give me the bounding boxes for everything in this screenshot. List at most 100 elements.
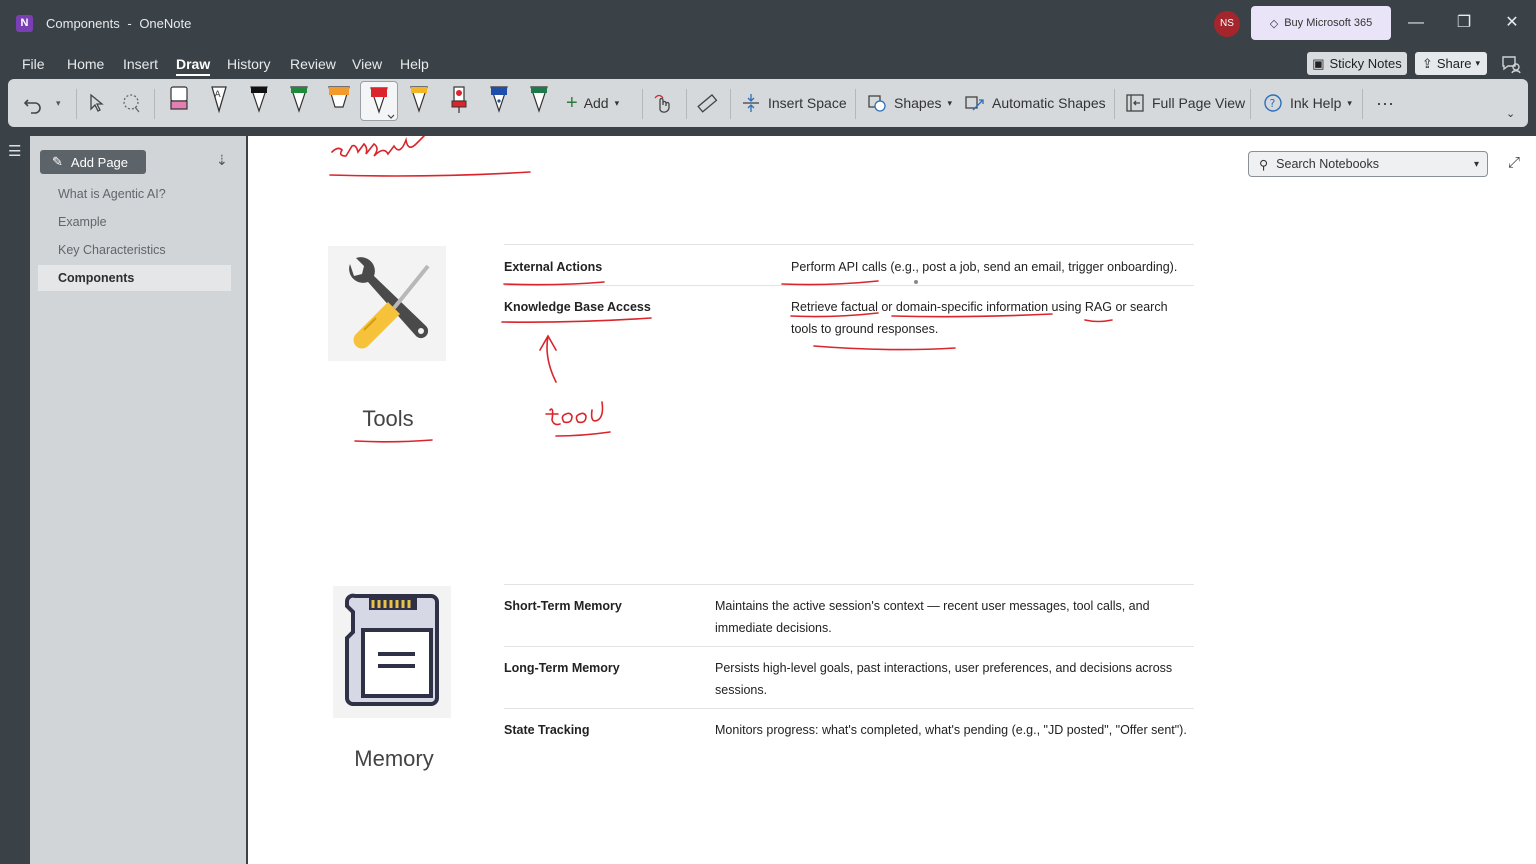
black-pen-icon[interactable]	[246, 83, 272, 117]
ribbon-collapse-icon[interactable]: ⌄	[1506, 99, 1515, 127]
sticky-notes-button[interactable]: ▣ Sticky Notes	[1307, 52, 1407, 75]
lasso-icon	[123, 94, 140, 113]
yellow-pencil-icon[interactable]	[406, 83, 432, 117]
dark-green-pen-icon[interactable]	[526, 83, 552, 117]
menu-bar: File Home Insert Draw History Review Vie…	[0, 50, 1536, 78]
menu-file[interactable]: File	[22, 56, 45, 72]
add-page-button[interactable]: ✎ Add Page	[40, 150, 146, 174]
table-divider	[504, 584, 1194, 585]
ink-underline	[501, 317, 652, 323]
automatic-shapes-button[interactable]: Automatic Shapes	[964, 89, 1106, 117]
menu-draw[interactable]: Draw	[176, 56, 211, 76]
more-options-icon[interactable]: ···	[1376, 89, 1394, 117]
tools-key-knowledge-base: Knowledge Base Access	[504, 300, 651, 314]
table-divider	[504, 708, 1194, 709]
red-pen-selected[interactable]	[360, 81, 398, 121]
search-notebooks-field[interactable]: ⚲ Search Notebooks ▾	[1248, 151, 1488, 177]
sticky-note-icon: ▣	[1312, 55, 1325, 71]
memory-caption: Memory	[354, 746, 434, 771]
automatic-shapes-label: Automatic Shapes	[992, 95, 1106, 111]
title-separator: -	[127, 16, 132, 31]
menu-review[interactable]: Review	[290, 56, 336, 72]
divider	[1114, 89, 1115, 119]
divider	[76, 89, 77, 119]
table-divider	[504, 244, 1194, 245]
app-name: OneNote	[139, 16, 192, 31]
undo-button[interactable]: ▾	[22, 89, 61, 117]
green-pen-icon[interactable]	[286, 83, 312, 117]
share-button[interactable]: ⇪ Share ▾	[1415, 52, 1487, 75]
menu-history[interactable]: History	[227, 56, 271, 72]
tools-caption: Tools	[362, 406, 414, 431]
pointer-icon	[90, 93, 104, 112]
page-title: Components	[46, 16, 120, 31]
pink-highlighter-icon[interactable]	[166, 83, 192, 117]
ruler-icon	[697, 94, 718, 113]
insert-space-button[interactable]: Insert Space	[740, 89, 847, 117]
tools-value-knowledge-base: Retrieve factual or domain-specific info…	[791, 300, 1168, 336]
tools-value-external-actions: Perform API calls (e.g., post a job, sen…	[791, 260, 1178, 274]
chevron-down-icon: ▾	[56, 97, 61, 108]
diamond-icon: ◇	[1269, 17, 1279, 30]
menu-insert[interactable]: Insert	[123, 56, 158, 72]
buy-label: Buy Microsoft 365	[1284, 17, 1373, 29]
table-divider	[504, 646, 1194, 647]
automatic-shapes-icon	[965, 96, 984, 111]
chevron-down-icon: ▾	[1473, 158, 1479, 170]
page-item-components[interactable]: Components	[38, 265, 231, 291]
note-canvas[interactable]: ⚲ Search Notebooks ▾ ⤢ Tools External Ac…	[248, 136, 1536, 864]
undo-icon	[23, 99, 41, 114]
ink-help-label: Ink Help	[1290, 95, 1342, 111]
page-item-what-is-agentic-ai[interactable]: What is Agentic AI?	[38, 181, 231, 207]
expand-icon[interactable]: ⤢	[1508, 154, 1524, 171]
full-page-view-label: Full Page View	[1152, 95, 1246, 111]
title-bar: N Components - OneNote NS ◇ Buy Microsof…	[0, 0, 1536, 48]
shapes-button[interactable]: Shapes ▾	[866, 89, 952, 117]
share-label: Share	[1436, 56, 1472, 71]
ruler-button[interactable]	[696, 89, 718, 117]
white-pen-icon[interactable]: A	[206, 83, 232, 117]
chevron-down-icon: ▾	[1347, 97, 1352, 108]
feedback-icon[interactable]	[1500, 53, 1522, 75]
lasso-select-button[interactable]	[86, 89, 106, 117]
wrench-screwdriver-icon	[349, 257, 430, 349]
divider	[154, 89, 155, 119]
full-page-view-button[interactable]: Full Page View	[1124, 89, 1245, 117]
blue-fountain-pen-icon[interactable]	[486, 83, 512, 117]
ink-handwriting-tool	[545, 401, 604, 426]
red-pen-icon	[370, 87, 395, 119]
add-pen-button[interactable]: + Add ▾	[566, 89, 619, 117]
memory-key-state-tracking: State Tracking	[504, 723, 590, 737]
onenote-logo-icon: N	[16, 15, 33, 32]
chevron-down-icon: ▾	[614, 97, 620, 108]
touch-draw-button[interactable]	[652, 89, 674, 117]
ink-help-button[interactable]: ? Ink Help ▾	[1262, 89, 1352, 117]
help-icon: ?	[1264, 94, 1282, 112]
memory-value-state-tracking: Monitors progress: what's completed, wha…	[715, 723, 1187, 737]
memory-value-short-term: Maintains the active session's context —…	[715, 599, 1150, 635]
menu-help[interactable]: Help	[400, 56, 429, 72]
minimize-icon[interactable]: —	[1405, 12, 1427, 34]
touch-draw-icon	[654, 94, 670, 113]
avatar[interactable]: NS	[1214, 11, 1240, 37]
hamburger-menu-icon[interactable]: ☰	[8, 142, 22, 160]
menu-home[interactable]: Home	[67, 56, 104, 72]
sort-pages-icon[interactable]: ⇣	[216, 152, 232, 170]
insert-space-label: Insert Space	[768, 95, 847, 111]
restore-icon[interactable]: ❐	[1453, 12, 1475, 34]
orange-highlighter-icon[interactable]	[326, 83, 352, 117]
svg-text:?: ?	[1270, 97, 1276, 110]
red-marker-icon[interactable]	[446, 83, 472, 117]
menu-view[interactable]: View	[352, 56, 382, 72]
divider	[686, 89, 687, 119]
page-item-example[interactable]: Example	[38, 209, 231, 235]
ink-arrow-up	[539, 334, 557, 383]
search-icon: ⚲	[1259, 157, 1269, 172]
buy-microsoft-365-button[interactable]: ◇ Buy Microsoft 365	[1251, 6, 1391, 40]
add-label: Add	[583, 95, 609, 111]
page-item-key-characteristics[interactable]: Key Characteristics	[38, 237, 231, 263]
close-icon[interactable]: ✕	[1501, 12, 1523, 34]
eraser-button[interactable]	[120, 89, 142, 117]
search-placeholder: Search Notebooks	[1276, 157, 1379, 171]
window-title: Components - OneNote	[46, 16, 191, 31]
